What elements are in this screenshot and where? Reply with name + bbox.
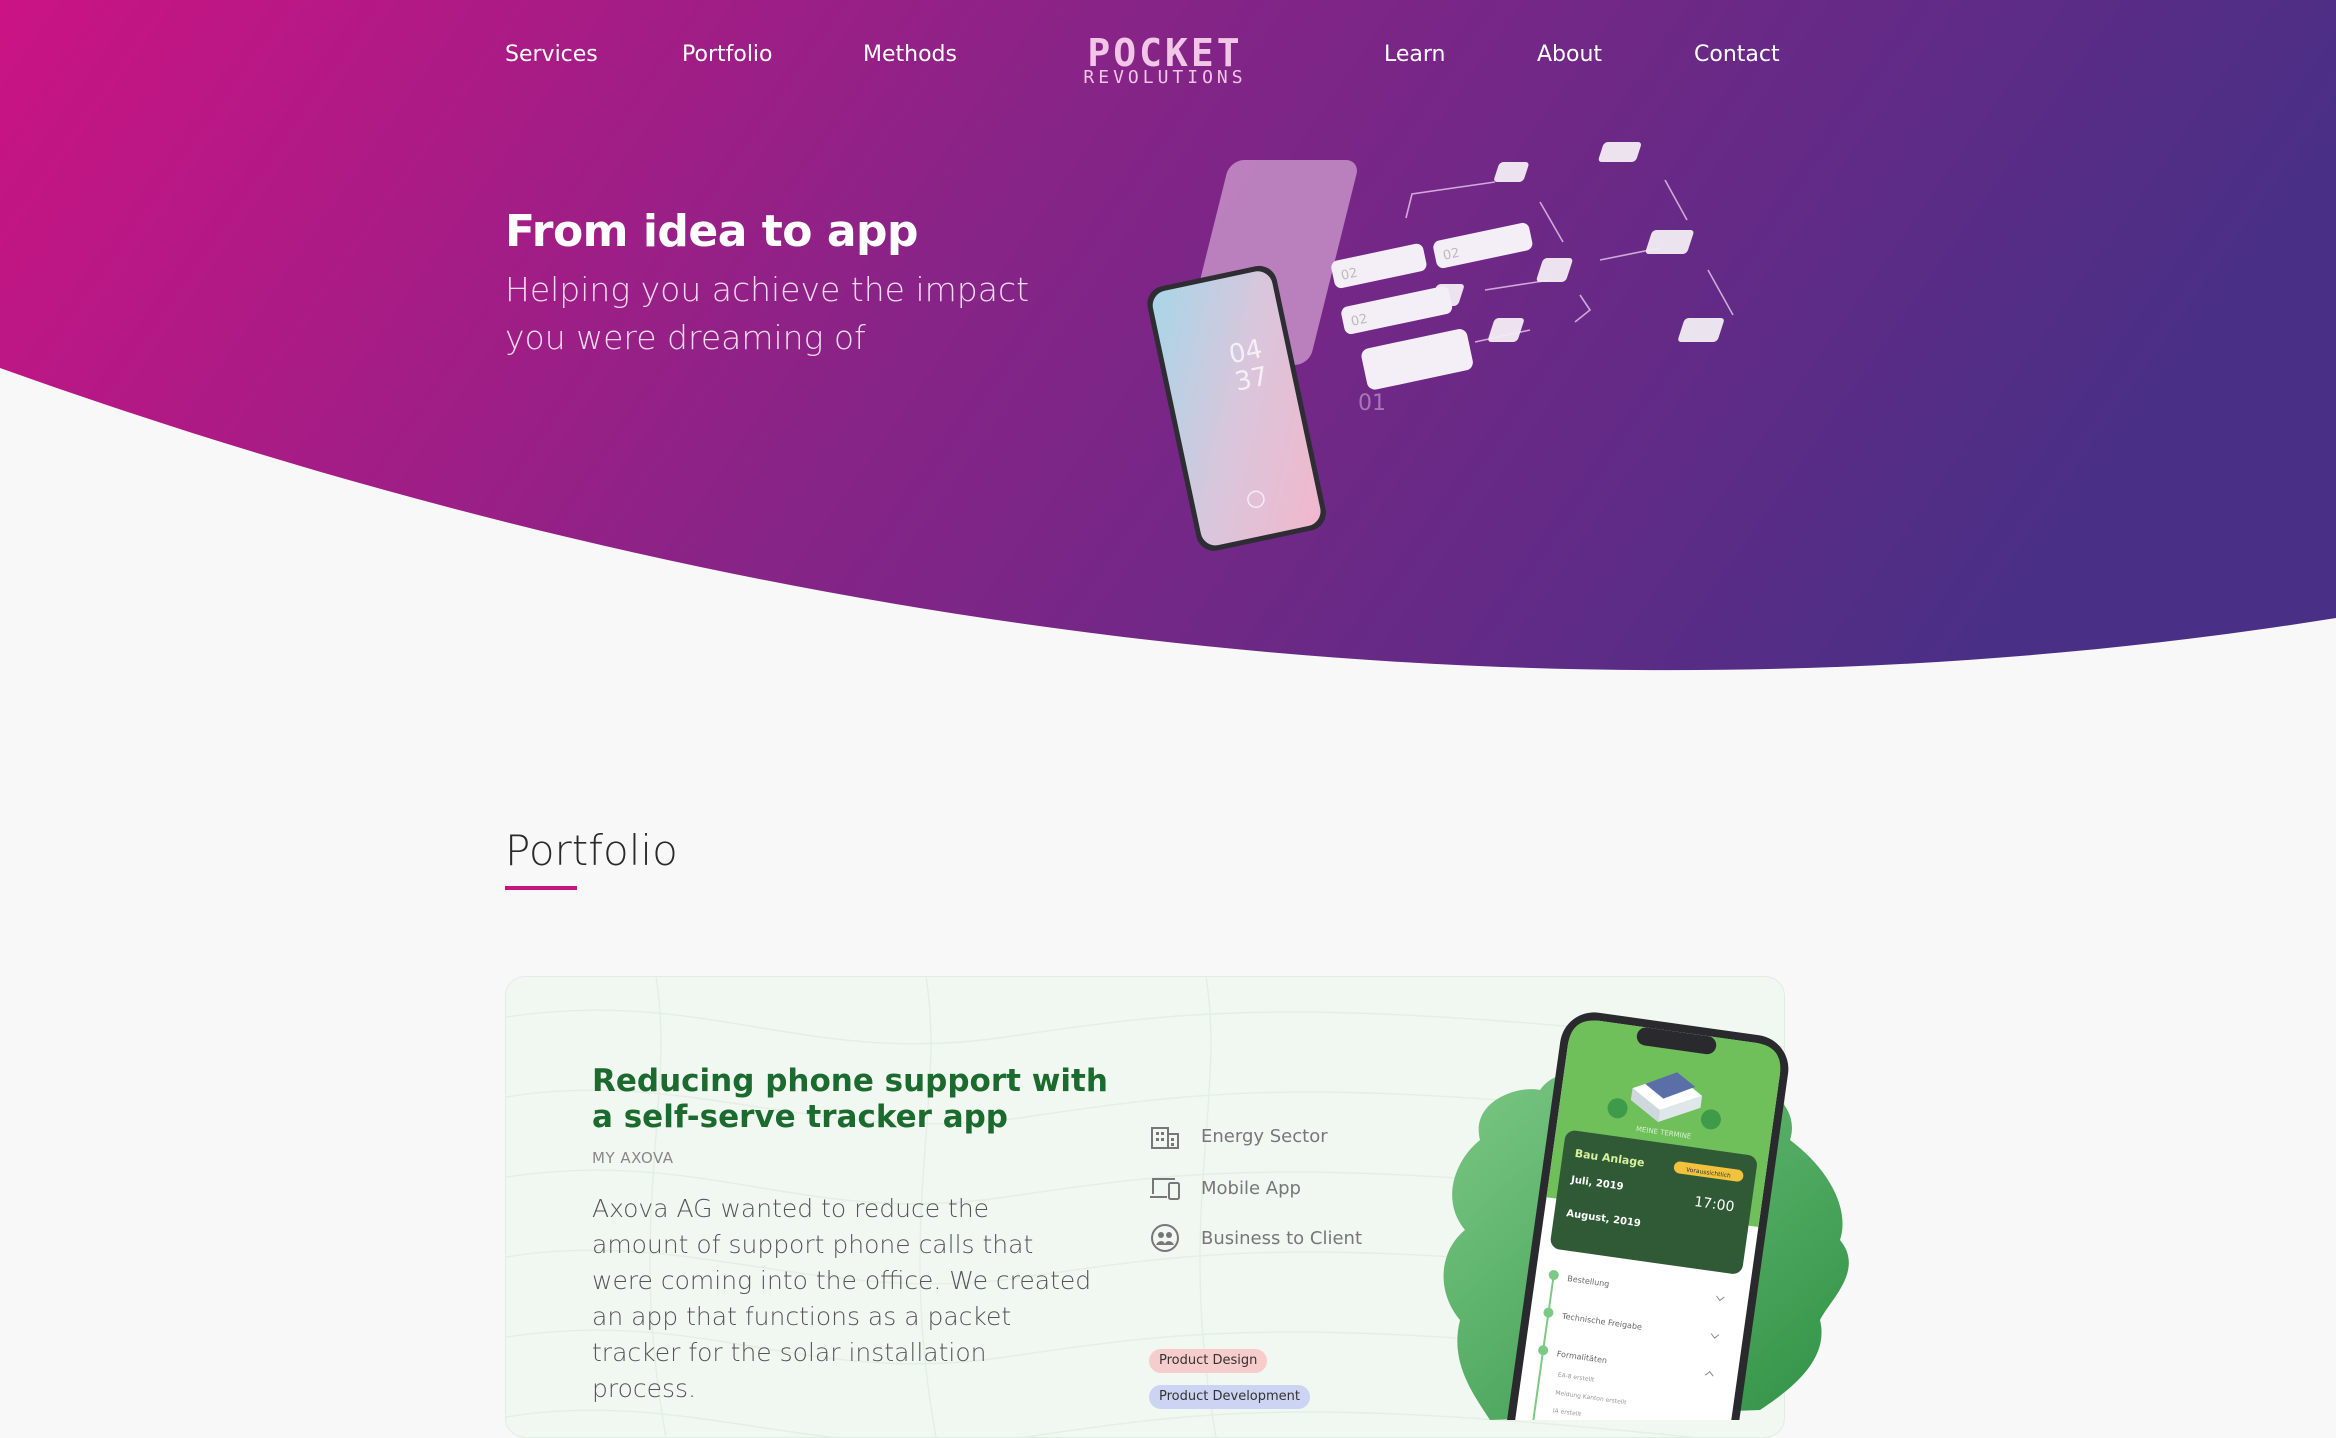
- logo[interactable]: POCKET REVOLUTIONS: [1075, 34, 1255, 88]
- app-phone-mockup: MEINE TERMINE Bau Anlage Voraussichtlich…: [1443, 1012, 1849, 1420]
- tag-product-design[interactable]: Product Design: [1149, 1349, 1268, 1373]
- hero-title: From idea to app: [505, 206, 919, 257]
- heading-underline: [505, 886, 577, 890]
- hero-illustration: 02 02 02 01 04 37: [1147, 142, 1734, 551]
- devices-icon: [1150, 1178, 1180, 1200]
- nav-methods[interactable]: Methods: [863, 42, 957, 67]
- nav-services[interactable]: Services: [505, 42, 598, 67]
- nav-portfolio[interactable]: Portfolio: [682, 42, 773, 67]
- card-client: MY AXOVA: [592, 1149, 674, 1167]
- nav-learn[interactable]: Learn: [1384, 42, 1446, 67]
- logo-line-2: REVOLUTIONS: [1083, 67, 1247, 88]
- hero-subtitle: Helping you achieve the impact you were …: [505, 270, 1030, 357]
- tag-product-development[interactable]: Product Development: [1149, 1385, 1311, 1409]
- building-icon: [1151, 1127, 1179, 1149]
- meta-energy-sector: Energy Sector: [1149, 1121, 1328, 1151]
- portfolio-heading: Portfolio: [505, 826, 678, 875]
- meta-label: Energy Sector: [1201, 1125, 1328, 1147]
- meta-label: Business to Client: [1201, 1227, 1362, 1249]
- people-icon: [1151, 1224, 1179, 1252]
- meta-mobile-app: Mobile App: [1149, 1173, 1301, 1203]
- card-title: Reducing phone support with a self-serve…: [592, 1063, 1108, 1135]
- card-description: Axova AG wanted to reduce the amount of …: [592, 1194, 1092, 1403]
- meta-label: Mobile App: [1201, 1177, 1301, 1199]
- nav-about[interactable]: About: [1537, 42, 1602, 67]
- illus-card-label: 01: [1358, 391, 1386, 416]
- meta-business-to-client: Business to Client: [1149, 1223, 1362, 1253]
- nav-contact[interactable]: Contact: [1694, 42, 1780, 67]
